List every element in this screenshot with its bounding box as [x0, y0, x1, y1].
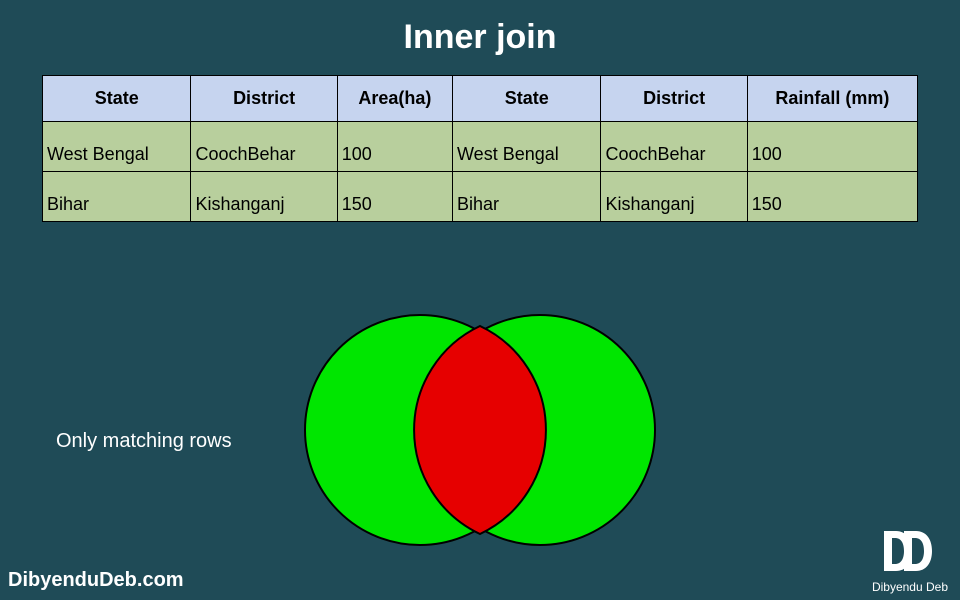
cell: West Bengal [453, 122, 601, 172]
col-header: District [191, 76, 337, 122]
footer-author: Dibyendu Deb [872, 580, 948, 594]
table-row: West Bengal CoochBehar 100 West Bengal C… [43, 122, 918, 172]
cell: Kishanganj [191, 172, 337, 222]
join-table: State District Area(ha) State District R… [42, 75, 918, 222]
col-header: State [43, 76, 191, 122]
table-row: Bihar Kishanganj 150 Bihar Kishanganj 15… [43, 172, 918, 222]
cell: CoochBehar [601, 122, 747, 172]
cell: CoochBehar [191, 122, 337, 172]
dd-logo-icon [882, 529, 938, 573]
col-header: Rainfall (mm) [747, 76, 917, 122]
col-header: State [453, 76, 601, 122]
cell: 100 [337, 122, 452, 172]
cell: West Bengal [43, 122, 191, 172]
venn-diagram-icon [300, 290, 660, 575]
footer-site: DibyenduDeb.com [8, 569, 184, 592]
page-title: Inner join [0, 0, 960, 75]
col-header: District [601, 76, 747, 122]
caption-text: Only matching rows [56, 430, 232, 453]
col-header: Area(ha) [337, 76, 452, 122]
cell: 150 [747, 172, 917, 222]
cell: 100 [747, 122, 917, 172]
cell: 150 [337, 172, 452, 222]
table-header-row: State District Area(ha) State District R… [43, 76, 918, 122]
cell: Kishanganj [601, 172, 747, 222]
cell: Bihar [43, 172, 191, 222]
footer-logo: Dibyendu Deb [872, 529, 948, 594]
cell: Bihar [453, 172, 601, 222]
